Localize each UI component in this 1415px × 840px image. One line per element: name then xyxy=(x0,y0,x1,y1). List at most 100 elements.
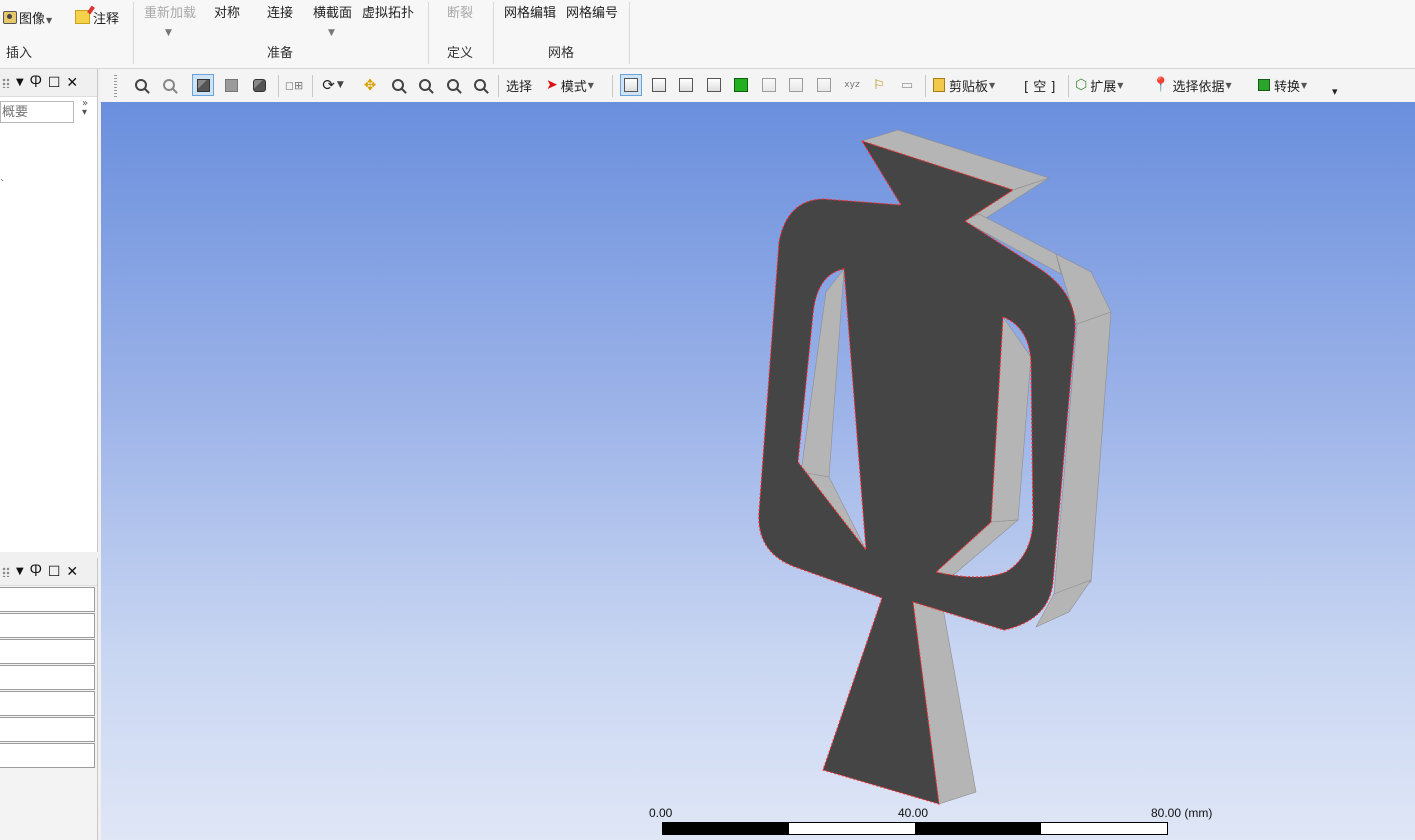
toolbar-grip[interactable] xyxy=(114,75,117,97)
show-edges-icon[interactable] xyxy=(248,74,270,96)
pin-icon[interactable]: Ⴔ xyxy=(30,76,42,90)
annotation-toggle-icon[interactable]: ▭ xyxy=(896,74,918,96)
mesh-numbering-button[interactable]: 网格编号 xyxy=(566,2,618,21)
annotation-button[interactable]: 注释 xyxy=(75,8,119,27)
details-panel-header: ▼ Ⴔ ☐ ✕ xyxy=(0,558,97,586)
select-mode-icon[interactable] xyxy=(620,74,642,96)
pin-icon[interactable]: Ⴔ xyxy=(30,565,42,579)
clipboard-label: 剪贴板 xyxy=(949,79,989,95)
model-canvas[interactable] xyxy=(101,102,1415,840)
cursor-icon: ➤ xyxy=(546,77,558,93)
expand-chevron-icon[interactable]: » ▾ xyxy=(82,99,88,118)
chevron-down-icon: ▼ xyxy=(587,80,594,90)
select-button[interactable]: 选择 xyxy=(506,74,532,96)
extend-button[interactable]: ⬡ 扩展 ▼ xyxy=(1075,74,1123,96)
box-zoom-icon[interactable] xyxy=(414,74,436,96)
mesh-group-label: 网格 xyxy=(548,46,575,61)
toolbar-separator xyxy=(312,75,313,97)
details-row[interactable] xyxy=(0,665,95,690)
details-row[interactable] xyxy=(0,717,95,742)
zoom-in-icon[interactable] xyxy=(130,74,152,96)
reload-button[interactable]: 重新加载 xyxy=(144,2,196,21)
element-select-icon[interactable] xyxy=(813,74,835,96)
select-by-button[interactable]: 📍 选择依据 ▼ xyxy=(1152,74,1232,96)
image-icon xyxy=(3,11,17,24)
mesh-edit-button[interactable]: 网格编辑 xyxy=(504,2,556,21)
virtual-topology-button[interactable]: 虚拟拓扑 xyxy=(362,2,414,21)
extend-icon: ⬡ xyxy=(1075,77,1088,93)
ribbon-divider xyxy=(133,2,134,64)
convert-label: 转换 xyxy=(1274,79,1301,95)
outline-panel-header: ▼ Ⴔ ☐ ✕ xyxy=(0,69,97,97)
grip-icon[interactable] xyxy=(2,566,10,577)
edge-select-icon[interactable] xyxy=(675,74,697,96)
chevron-down-icon: ▼ xyxy=(989,80,996,90)
mode-label: 模式 xyxy=(560,79,587,95)
fit-view-icon[interactable]: ◻⊞ xyxy=(283,74,305,96)
fracture-button[interactable]: 断裂 xyxy=(447,2,473,21)
chevron-down-icon: ▼ xyxy=(1301,80,1308,90)
element-face-select-icon[interactable] xyxy=(785,74,807,96)
toolbar-separator xyxy=(498,75,499,97)
insert-group-label: 插入 xyxy=(6,46,33,61)
toolbar-overflow-icon[interactable]: ▾ xyxy=(1332,80,1338,102)
select-label: 选择 xyxy=(506,79,533,95)
convert-icon xyxy=(1258,79,1270,91)
label-icon[interactable]: ⚐ xyxy=(868,74,890,96)
toolbar-separator xyxy=(1068,75,1069,97)
location-pin-icon: 📍 xyxy=(1152,77,1170,93)
details-panel: ▼ Ⴔ ☐ ✕ xyxy=(0,558,98,840)
face-select-icon[interactable] xyxy=(703,74,725,96)
zoom-to-fit-icon[interactable] xyxy=(442,74,464,96)
wireframe-icon[interactable] xyxy=(220,74,242,96)
mode-button[interactable]: ➤ 模式 ▼ xyxy=(546,74,594,96)
convert-button[interactable]: 转换 ▼ xyxy=(1258,74,1307,96)
ribbon-divider xyxy=(629,2,630,64)
vertex-select-icon[interactable] xyxy=(648,74,670,96)
chevron-down-icon[interactable]: ▼ xyxy=(16,566,24,577)
grip-icon[interactable] xyxy=(2,77,10,88)
node-select-icon[interactable] xyxy=(758,74,780,96)
magnifier-icon[interactable] xyxy=(469,74,491,96)
body-select-icon[interactable] xyxy=(730,74,752,96)
prepare-group-label: 准备 xyxy=(267,46,294,61)
scale-bar-segment xyxy=(915,823,1041,834)
zoom-icon[interactable] xyxy=(387,74,409,96)
details-row[interactable] xyxy=(0,613,95,638)
annotation-icon xyxy=(75,10,90,24)
scale-label-end: 80.00 (mm) xyxy=(1151,806,1213,820)
outline-panel: ▼ Ⴔ ☐ ✕ »▾ ˋ xyxy=(0,69,98,552)
scale-bar-segment xyxy=(663,823,789,834)
details-row[interactable] xyxy=(0,587,95,612)
details-row[interactable] xyxy=(0,743,95,768)
coordinate-icon[interactable]: xyz xyxy=(841,74,863,96)
chevron-down-icon[interactable]: ▼ xyxy=(165,28,172,38)
rotate-icon[interactable]: ⟳ ▼ xyxy=(318,74,348,96)
image-label: 图像 xyxy=(19,12,46,27)
chevron-down-icon[interactable]: ▼ xyxy=(328,28,335,38)
tree-expander-icon[interactable]: ˋ xyxy=(0,179,5,190)
shaded-exterior-icon[interactable] xyxy=(192,74,214,96)
chevron-down-icon[interactable]: ▼ xyxy=(16,77,24,88)
close-icon[interactable]: ✕ xyxy=(66,76,78,90)
cross-section-button[interactable]: 横截面 xyxy=(313,2,352,21)
maximize-icon[interactable]: ☐ xyxy=(48,565,61,579)
close-icon[interactable]: ✕ xyxy=(66,565,78,579)
ribbon-divider xyxy=(428,2,429,64)
select-by-label: 选择依据 xyxy=(1172,79,1225,95)
details-row[interactable] xyxy=(0,691,95,716)
scale-bar xyxy=(662,822,1168,835)
image-button[interactable]: 图像▼ xyxy=(3,8,52,27)
clipboard-button[interactable]: 剪贴板 ▼ xyxy=(933,74,995,96)
extend-label: 扩展 xyxy=(1090,79,1117,95)
graphics-viewport[interactable]: 0.00 40.00 80.00 (mm) xyxy=(101,102,1415,840)
connection-button[interactable]: 连接 xyxy=(267,2,293,21)
zoom-out-icon[interactable] xyxy=(158,74,180,96)
annotation-label: 注释 xyxy=(93,12,120,27)
symmetry-button[interactable]: 对称 xyxy=(214,2,240,21)
details-row[interactable] xyxy=(0,639,95,664)
outline-search-input[interactable] xyxy=(0,101,74,123)
maximize-icon[interactable]: ☐ xyxy=(48,76,61,90)
toolbar-separator xyxy=(925,75,926,97)
pan-icon[interactable]: ✥ xyxy=(359,74,381,96)
